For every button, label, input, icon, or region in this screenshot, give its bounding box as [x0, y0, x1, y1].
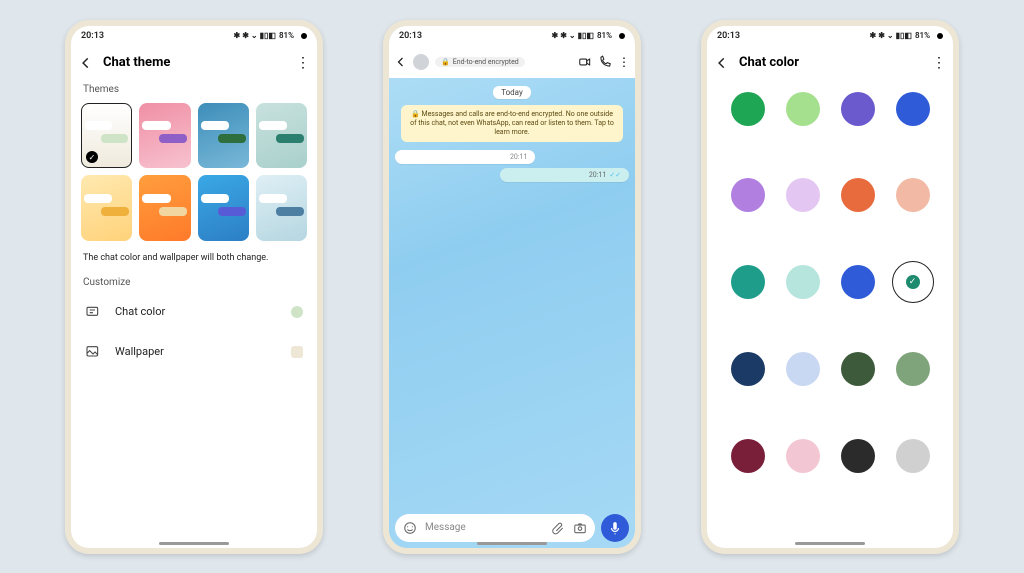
encryption-info[interactable]: 🔒 Messages and calls are end-to-end encr…	[401, 105, 623, 142]
theme-option-2[interactable]	[198, 103, 249, 169]
color-option-9[interactable]	[786, 265, 820, 299]
sticker-icon[interactable]	[403, 521, 417, 535]
status-bar: 20:13 ✱ ✱ ⌄ ▮▯◧ 81%	[389, 26, 635, 46]
chat-body: Today 🔒 Messages and calls are end-to-en…	[389, 78, 635, 548]
color-grid	[707, 80, 953, 548]
color-option-12[interactable]	[731, 352, 765, 386]
color-option-17[interactable]	[786, 439, 820, 473]
msg-timestamp: 20:11	[589, 171, 606, 179]
help-text: The chat color and wallpaper will both c…	[71, 249, 317, 273]
theme-option-7[interactable]	[256, 175, 307, 241]
video-call-icon[interactable]	[578, 55, 592, 69]
status-right: ✱ ✱ ⌄ ▮▯◧ 81%	[870, 31, 943, 40]
phone-chat-theme: 20:13 ✱ ✱ ⌄ ▮▯◧ 81% Chat theme ⋮ Themes …	[65, 20, 323, 554]
color-option-18[interactable]	[841, 439, 875, 473]
color-option-6[interactable]	[841, 178, 875, 212]
color-option-1[interactable]	[786, 92, 820, 126]
wallpaper-swatch	[291, 346, 303, 358]
overflow-menu-icon[interactable]: ⋮	[618, 55, 629, 69]
home-indicator	[477, 542, 547, 545]
selected-check-icon: ✓	[86, 151, 98, 163]
mic-button[interactable]	[601, 514, 629, 542]
themes-section-label: Themes	[71, 80, 317, 99]
camera-icon[interactable]	[573, 521, 587, 535]
back-arrow-icon[interactable]	[395, 56, 407, 68]
color-option-14[interactable]	[841, 352, 875, 386]
back-arrow-icon[interactable]	[715, 56, 729, 70]
theme-grid: ✓	[71, 99, 317, 249]
home-indicator	[159, 542, 229, 545]
color-option-16[interactable]	[731, 439, 765, 473]
theme-option-1[interactable]	[139, 103, 190, 169]
overflow-menu-icon[interactable]: ⋮	[296, 55, 309, 71]
phone-chat-color: 20:13 ✱ ✱ ⌄ ▮▯◧ 81% Chat color ⋮	[701, 20, 959, 554]
color-option-0[interactable]	[731, 92, 765, 126]
front-camera-dot	[619, 33, 625, 39]
chat-color-icon	[85, 304, 101, 320]
home-indicator	[795, 542, 865, 545]
color-option-3[interactable]	[896, 92, 930, 126]
status-time: 20:13	[717, 31, 740, 41]
theme-option-6[interactable]	[198, 175, 249, 241]
status-bar: 20:13 ✱ ✱ ⌄ ▮▯◧ 81%	[71, 26, 317, 46]
back-arrow-icon[interactable]	[79, 56, 93, 70]
status-time: 20:13	[399, 31, 422, 41]
chat-input-bar: Message	[395, 514, 629, 542]
voice-call-icon[interactable]	[598, 55, 612, 69]
status-right: ✱ ✱ ⌄ ▮▯◧ 81%	[234, 31, 307, 40]
theme-option-5[interactable]	[139, 175, 190, 241]
page-title: Chat color	[739, 55, 922, 70]
status-bar: 20:13 ✱ ✱ ⌄ ▮▯◧ 81%	[707, 26, 953, 46]
date-chip: Today	[493, 86, 531, 99]
status-right: ✱ ✱ ⌄ ▮▯◧ 81%	[552, 31, 625, 40]
lock-icon: 🔒	[441, 58, 450, 66]
color-option-15[interactable]	[896, 352, 930, 386]
wallpaper-icon	[85, 344, 101, 360]
outgoing-message[interactable]: 20:11 ✓✓	[500, 168, 629, 182]
row-chat-color[interactable]: Chat color	[71, 292, 317, 332]
chat-color-swatch	[291, 306, 303, 318]
theme-option-4[interactable]	[81, 175, 132, 241]
color-option-13[interactable]	[786, 352, 820, 386]
incoming-message[interactable]: 20:11	[395, 150, 535, 164]
message-input[interactable]: Message	[395, 514, 595, 542]
color-option-4[interactable]	[731, 178, 765, 212]
contact-avatar[interactable]	[413, 54, 429, 70]
overflow-menu-icon[interactable]: ⋮	[932, 55, 945, 71]
app-bar: Chat theme ⋮	[71, 46, 317, 80]
status-time: 20:13	[81, 31, 104, 41]
attachment-icon[interactable]	[551, 521, 565, 535]
theme-option-3[interactable]	[256, 103, 307, 169]
color-option-8[interactable]	[731, 265, 765, 299]
color-option-2[interactable]	[841, 92, 875, 126]
input-placeholder: Message	[425, 522, 543, 533]
row-wallpaper-label: Wallpaper	[115, 345, 277, 358]
read-checkmarks-icon: ✓✓	[609, 171, 621, 179]
color-option-11[interactable]	[896, 265, 930, 299]
app-bar: Chat color ⋮	[707, 46, 953, 80]
customize-section-label: Customize	[71, 273, 317, 292]
color-option-19[interactable]	[896, 439, 930, 473]
theme-option-0[interactable]: ✓	[81, 103, 132, 169]
chat-app-bar: 🔒 End-to-end encrypted ⋮	[389, 46, 635, 78]
page-title: Chat theme	[103, 55, 286, 70]
color-option-10[interactable]	[841, 265, 875, 299]
color-option-5[interactable]	[786, 178, 820, 212]
phone-chat-conversation: 20:13 ✱ ✱ ⌄ ▮▯◧ 81% 🔒 End-to-end encrypt…	[383, 20, 641, 554]
msg-timestamp: 20:11	[510, 153, 527, 161]
row-wallpaper[interactable]: Wallpaper	[71, 332, 317, 372]
row-chat-color-label: Chat color	[115, 305, 277, 318]
encryption-chip[interactable]: 🔒 End-to-end encrypted	[435, 57, 525, 67]
color-option-7[interactable]	[896, 178, 930, 212]
front-camera-dot	[937, 33, 943, 39]
front-camera-dot	[301, 33, 307, 39]
